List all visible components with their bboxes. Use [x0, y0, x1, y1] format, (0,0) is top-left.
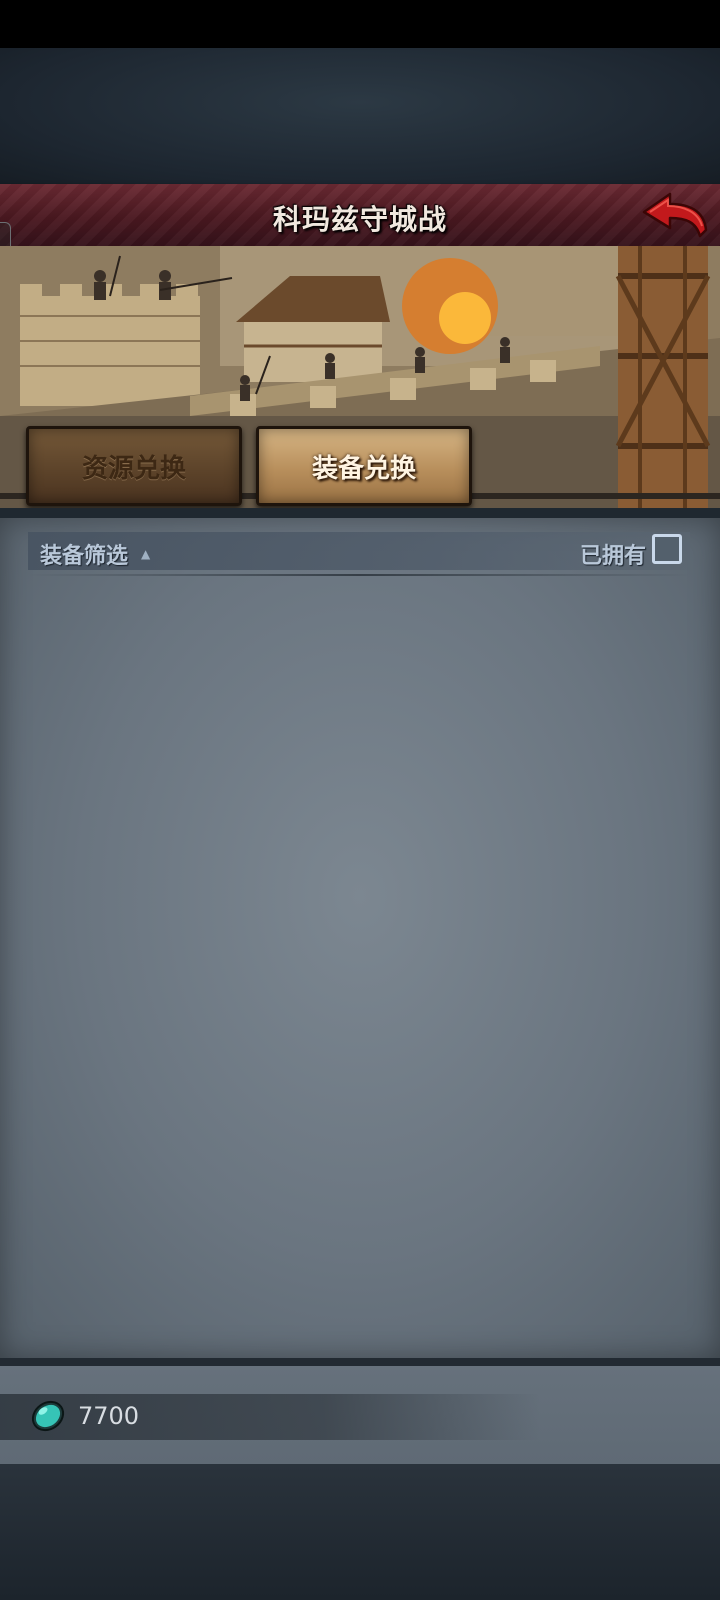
- equipment-filter-dropdown[interactable]: 装备筛选: [40, 538, 128, 570]
- sort-up-icon: ▲: [141, 547, 151, 561]
- back-button[interactable]: [640, 190, 710, 242]
- owned-filter-label: 已拥有: [579, 544, 646, 569]
- bottom-divider: [0, 1358, 720, 1366]
- status-bar: [0, 0, 720, 48]
- filter-divider: [28, 574, 690, 576]
- currency-amount: 7700: [78, 1402, 140, 1430]
- gem-icon: [31, 1400, 65, 1432]
- back-arrow-icon: [642, 192, 708, 238]
- currency-strip: 7700: [0, 1366, 720, 1464]
- equipment-list-panel: 装备筛选 ▲ 已拥有: [0, 518, 720, 1358]
- screen: 科玛兹守城战 资源兑换 装备兑换 装备筛选 ▲ 已拥有 7700: [0, 0, 720, 1600]
- page-title: 科玛兹守城战: [272, 203, 447, 236]
- tab-resource-exchange[interactable]: 资源兑换: [26, 426, 242, 506]
- top-backdrop: [0, 48, 720, 184]
- tab-equipment-exchange[interactable]: 装备兑换: [256, 426, 472, 506]
- title-bar: 科玛兹守城战: [0, 184, 720, 248]
- owned-filter-checkbox[interactable]: [652, 534, 682, 564]
- bottom-backdrop: [0, 1464, 720, 1600]
